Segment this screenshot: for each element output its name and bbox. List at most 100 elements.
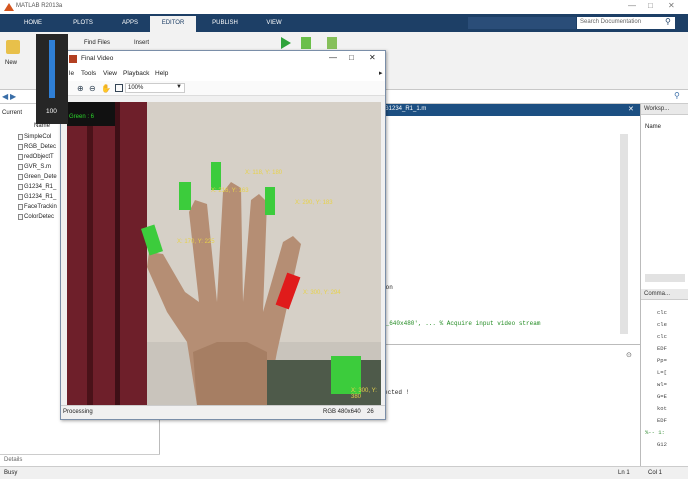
toolstrip-tabs: HOME PLOTS APPS EDITOR PUBLISH VIEW Sear…	[0, 14, 688, 32]
new-script-icon[interactable]	[6, 40, 20, 54]
processing-status: Processing	[63, 409, 93, 415]
search-icon[interactable]: ⚲	[665, 17, 671, 26]
history-item[interactable]: Pp=	[657, 357, 667, 364]
tab-publish[interactable]: PUBLISH	[200, 16, 250, 32]
file-item[interactable]: FaceTrackin	[24, 204, 57, 210]
run-advance-icon[interactable]	[301, 37, 311, 49]
editor-scrollbar[interactable]	[620, 134, 628, 334]
insert-button[interactable]: Insert	[134, 40, 149, 46]
back-arrow-icon[interactable]: ◀	[2, 92, 8, 101]
video-title: Final Video	[81, 55, 114, 62]
menu-help[interactable]: Help	[155, 70, 168, 77]
status-bar: Busy Ln 1 Col 1	[0, 466, 688, 479]
history-item[interactable]: EDF	[657, 417, 667, 424]
workspace-scrollbar[interactable]	[645, 274, 685, 282]
zoom-in-icon[interactable]: ⊕	[77, 84, 84, 93]
coordinate-label: X: 216, Y: 163	[211, 188, 249, 194]
zoom-out-icon[interactable]: ⊖	[89, 84, 96, 93]
history-item[interactable]: clc	[657, 333, 667, 340]
history-item[interactable]: EDF	[657, 345, 667, 352]
tab-view[interactable]: VIEW	[254, 16, 294, 32]
menu-file[interactable]: le	[69, 70, 74, 77]
video-titlebar: Final Video — □ ✕	[61, 51, 385, 67]
zoom-value: 100%	[128, 85, 144, 91]
maximize-icon[interactable]: □	[648, 1, 653, 10]
status-text: Busy	[4, 470, 18, 476]
resolution-status: RGB 480x640	[323, 409, 361, 415]
file-item[interactable]: redObjectT	[24, 154, 54, 160]
history-item[interactable]: wl=	[657, 381, 667, 388]
file-item[interactable]: G1234_R1_	[24, 184, 56, 190]
command-output: ected !	[384, 389, 410, 396]
search-documentation-input[interactable]: Search Documentation	[577, 17, 675, 29]
video-menubar: le Tools View Playback Help ▸	[61, 67, 385, 81]
file-item[interactable]: RGB_Detec	[24, 144, 56, 150]
video-close-icon[interactable]: ✕	[369, 53, 376, 62]
cmd-expand-icon[interactable]: ⊙	[626, 351, 632, 359]
menu-view[interactable]: View	[103, 70, 117, 77]
close-editor-icon[interactable]: ✕	[628, 105, 634, 113]
history-item[interactable]: G=E	[657, 393, 667, 400]
new-button-label[interactable]: New	[5, 60, 17, 66]
file-icon	[18, 134, 23, 140]
column-number: Col 1	[648, 470, 663, 476]
file-item[interactable]: ColorDetec	[24, 214, 54, 220]
video-minimize-icon[interactable]: —	[329, 53, 337, 62]
file-item[interactable]: Green_Dete	[24, 174, 57, 180]
video-statusbar: Processing RGB 480x640 26	[61, 405, 385, 419]
fit-window-icon[interactable]	[115, 84, 123, 92]
line-number: Ln 1	[618, 470, 630, 476]
pan-icon[interactable]: ✋	[101, 84, 111, 93]
history-item[interactable]: %-- 1:	[645, 429, 665, 436]
close-icon[interactable]: ✕	[668, 1, 675, 10]
history-item[interactable]: kot	[657, 405, 667, 412]
file-icon	[18, 204, 23, 210]
file-icon	[18, 174, 23, 180]
current-folder-title: Current	[2, 110, 23, 116]
command-history-title[interactable]: Comma...	[641, 289, 688, 300]
quick-access-toolbar[interactable]	[468, 17, 576, 29]
forward-arrow-icon[interactable]: ▶	[10, 92, 16, 101]
history-item[interactable]: L=[	[657, 369, 667, 376]
run-icon[interactable]	[281, 37, 291, 49]
menu-playback[interactable]: Playback	[123, 70, 149, 77]
volume-fill[interactable]	[49, 40, 55, 98]
find-files-button[interactable]: Find Files	[84, 40, 110, 46]
file-item[interactable]: GVR_S.m	[24, 164, 51, 170]
file-icon	[18, 184, 23, 190]
history-item[interactable]: G12	[657, 441, 667, 448]
file-item[interactable]: G1234_R1_	[24, 194, 56, 200]
address-search-icon[interactable]: ⚲	[674, 91, 680, 100]
file-icon	[18, 144, 23, 150]
editor-file-tab[interactable]: G1234_R1_1.m	[384, 106, 426, 112]
menu-tools[interactable]: Tools	[81, 70, 96, 77]
code-area[interactable]: ion 2_640x480', ... % Acquire input vide…	[382, 116, 640, 344]
tab-home[interactable]: HOME	[10, 16, 56, 32]
minimize-icon[interactable]: —	[628, 1, 636, 10]
tab-editor[interactable]: EDITOR	[150, 16, 196, 32]
menu-more-icon[interactable]: ▸	[379, 69, 383, 77]
detection-info-box: Green : 6	[67, 102, 115, 126]
workspace-panel: Worksp... Name	[640, 104, 688, 289]
file-item[interactable]: SimpleCol	[24, 134, 51, 140]
run-section-icon[interactable]	[327, 37, 337, 49]
video-player-window[interactable]: Final Video — □ ✕ le Tools View Playback…	[60, 50, 386, 420]
zoom-select[interactable]: 100% ▼	[125, 83, 185, 93]
green-count-label: Green : 6	[69, 114, 95, 120]
workspace-name-column[interactable]: Name	[645, 124, 661, 130]
code-line[interactable]: 2_640x480', ... % Acquire input video st…	[382, 320, 540, 327]
history-item[interactable]: cle	[657, 321, 667, 328]
volume-value: 100	[46, 108, 57, 115]
volume-popup[interactable]: 100	[36, 34, 68, 124]
details-panel[interactable]: Details	[0, 454, 160, 466]
workspace-title[interactable]: Worksp...	[641, 104, 688, 115]
video-maximize-icon[interactable]: □	[349, 53, 354, 62]
chevron-down-icon: ▼	[176, 84, 182, 90]
tab-plots[interactable]: PLOTS	[60, 16, 106, 32]
frame-status: 26	[367, 409, 374, 415]
video-frame[interactable]: Green : 6 X: 118, Y: 180 X: 216, Y: 163 …	[67, 102, 381, 405]
history-item[interactable]: clc	[657, 309, 667, 316]
tab-apps[interactable]: APPS	[110, 16, 150, 32]
coordinate-label: X: 118, Y: 180	[245, 170, 283, 176]
window-title: MATLAB R2013a	[16, 3, 63, 9]
